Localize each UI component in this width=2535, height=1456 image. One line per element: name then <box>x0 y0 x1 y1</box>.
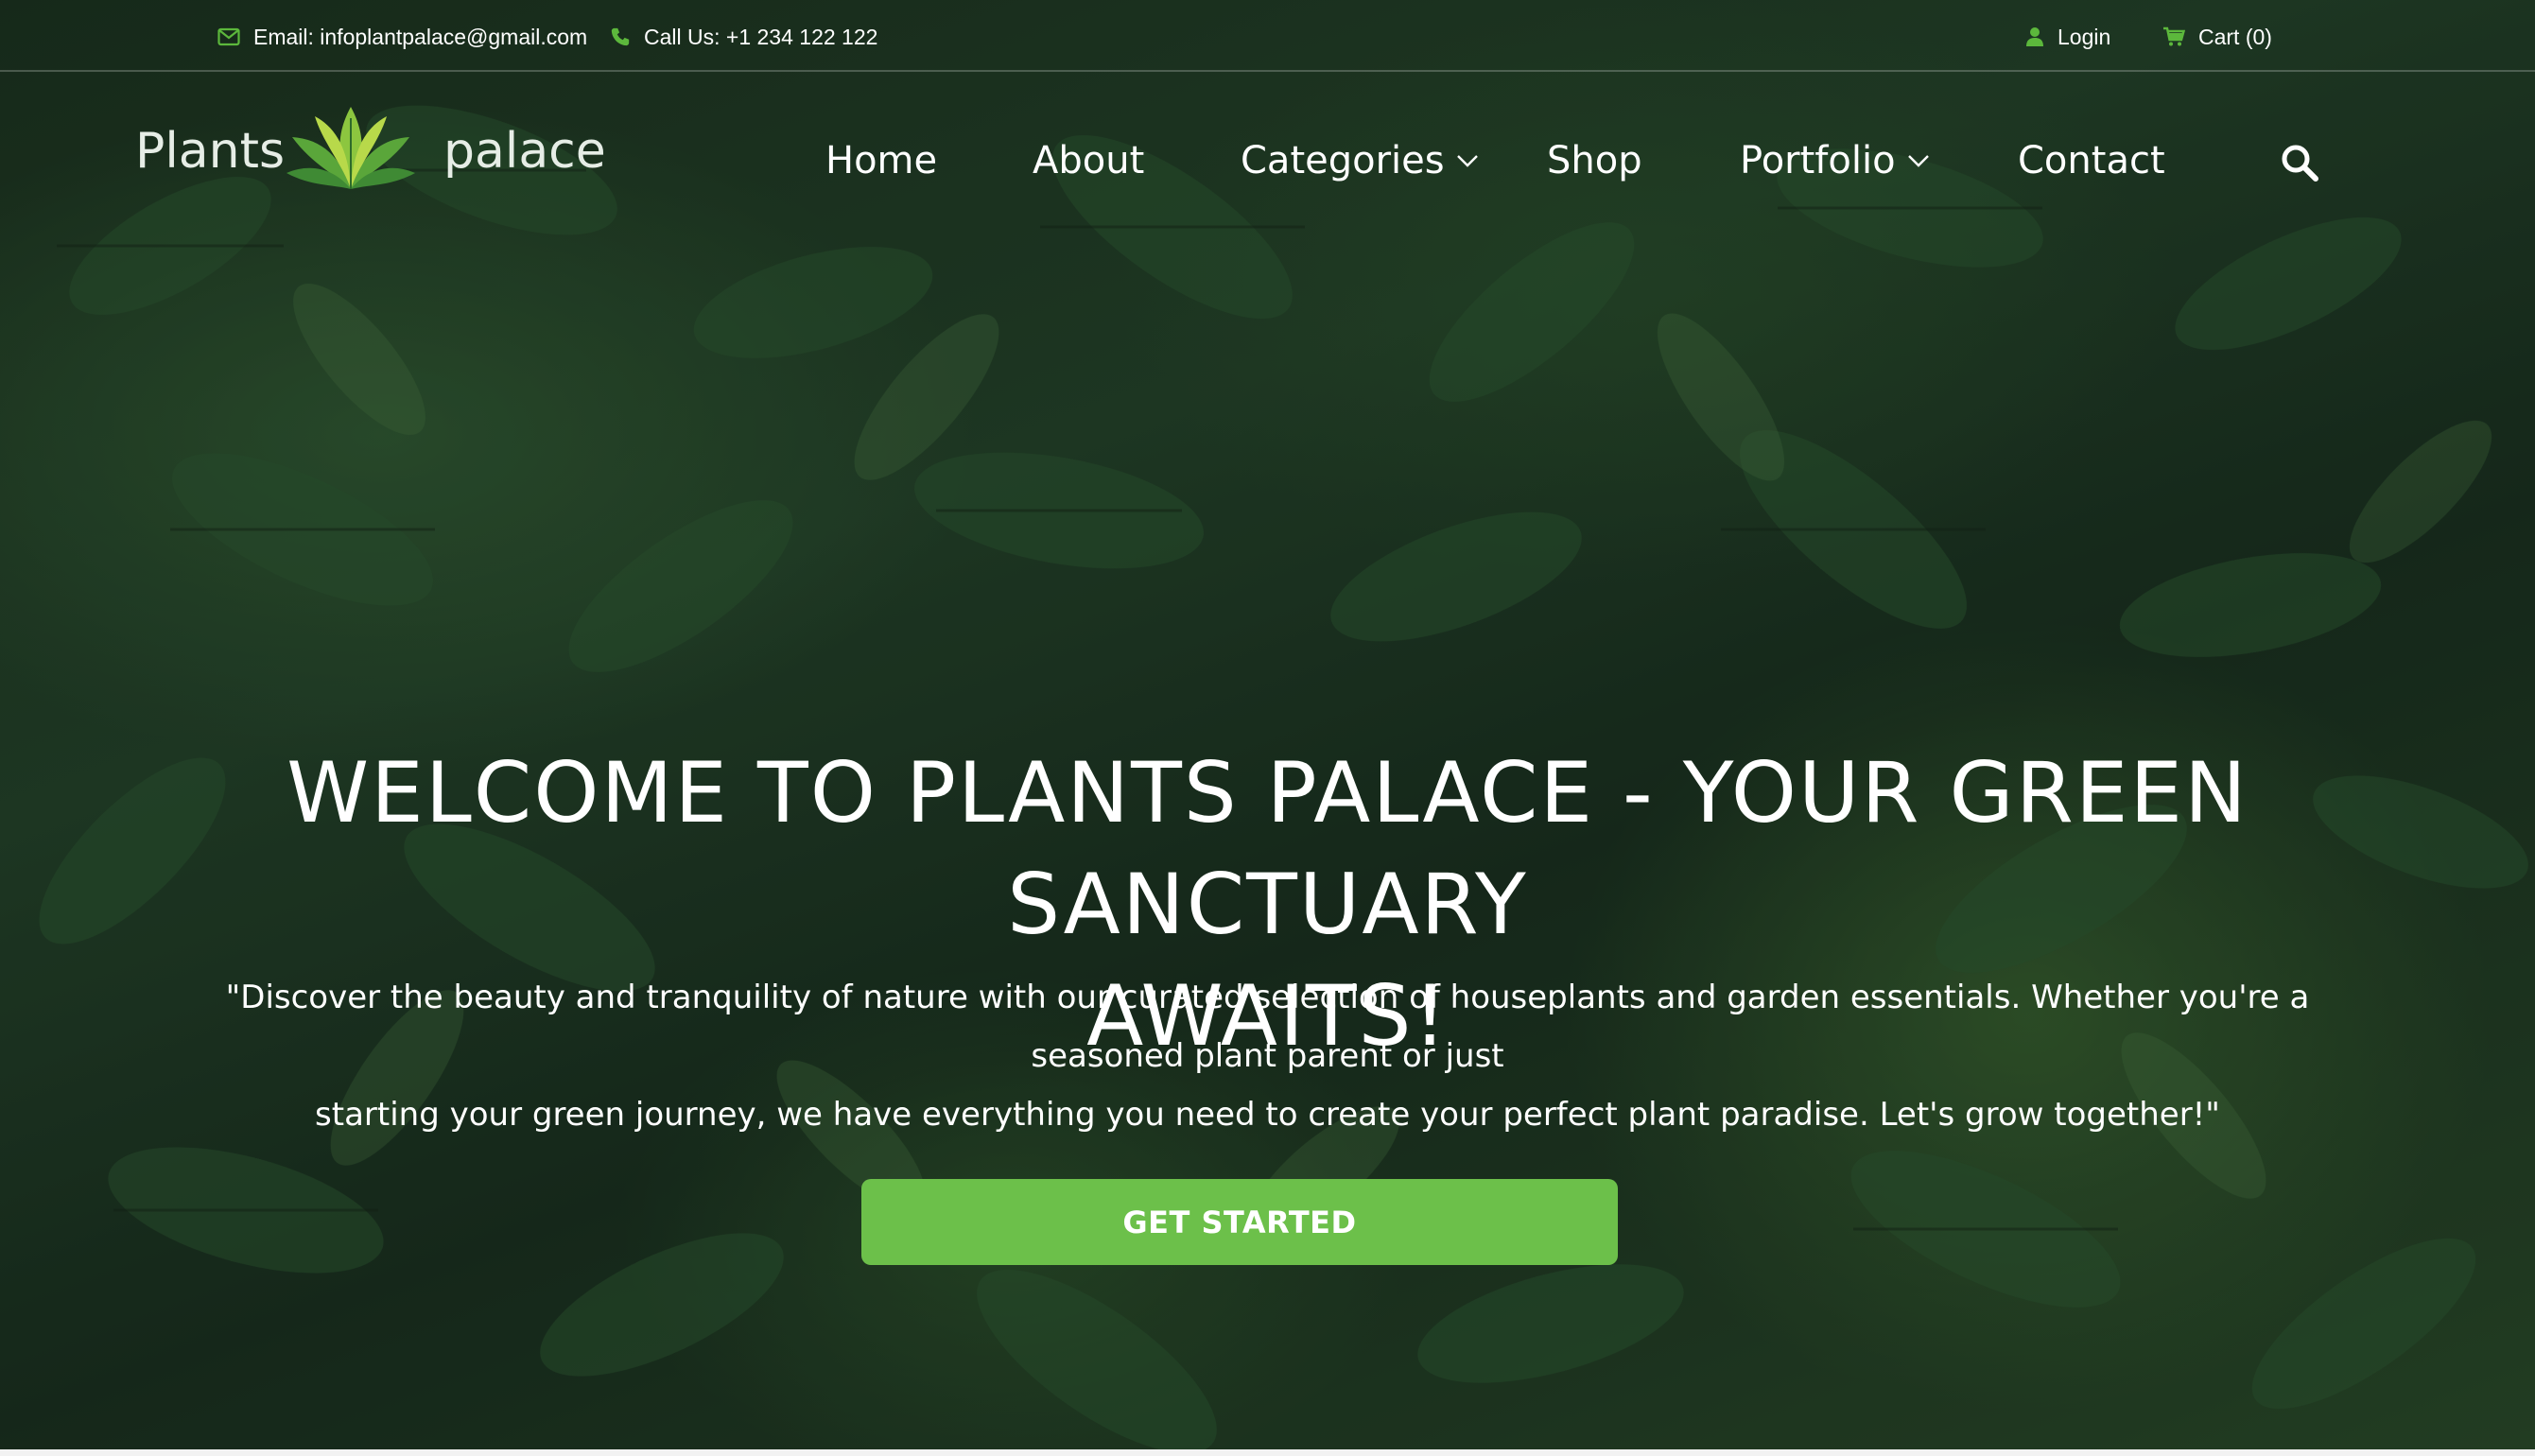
hero-title-line1: WELCOME TO PLANTS PALACE - YOUR GREEN SA… <box>286 744 2249 953</box>
chevron-down-icon <box>1907 155 1929 167</box>
hero-subtitle-line1: "Discover the beauty and tranquility of … <box>225 979 2310 1075</box>
hero-subtitle: "Discover the beauty and tranquility of … <box>217 968 2318 1144</box>
phone-icon <box>611 27 630 46</box>
hero-subtitle-line2: starting your green journey, we have eve… <box>315 1096 2220 1134</box>
site-logo[interactable]: Plants palace <box>135 95 606 199</box>
phone-contact[interactable]: Call Us: +1 234 122 122 <box>610 21 877 53</box>
nav-portfolio-label: Portfolio <box>1740 139 1896 182</box>
logo-word-plants: Plants <box>135 123 286 180</box>
nav-categories[interactable]: Categories <box>1241 134 1479 187</box>
envelope-icon <box>217 27 240 46</box>
page-bottom-edge <box>0 1449 2535 1456</box>
cart-icon <box>2163 26 2185 46</box>
nav-shop[interactable]: Shop <box>1547 134 1642 187</box>
logo-word-palace: palace <box>443 123 606 180</box>
login-text: Login <box>2058 24 2111 49</box>
nav-home[interactable]: Home <box>825 134 937 187</box>
nav-contact[interactable]: Contact <box>2018 134 2165 187</box>
get-started-button[interactable]: GET STARTED <box>861 1179 1618 1265</box>
email-text: Email: infoplantpalace@gmail.com <box>253 24 588 49</box>
cart-link[interactable]: Cart (0) <box>2162 21 2272 53</box>
nav-categories-label: Categories <box>1241 139 1445 182</box>
nav-portfolio[interactable]: Portfolio <box>1740 134 1930 187</box>
cart-text: Cart (0) <box>2198 24 2272 49</box>
login-link[interactable]: Login <box>2025 21 2110 53</box>
nav-about[interactable]: About <box>1033 134 1144 187</box>
phone-text: Call Us: +1 234 122 122 <box>644 24 878 49</box>
user-icon <box>2026 27 2043 46</box>
email-contact[interactable]: Email: infoplantpalace@gmail.com <box>217 21 587 53</box>
chevron-down-icon <box>1456 155 1478 167</box>
top-contact-bar: Email: infoplantpalace@gmail.com Call Us… <box>0 0 2535 72</box>
search-button[interactable] <box>2279 142 2320 183</box>
search-icon <box>2282 145 2318 182</box>
leaf-logo-icon <box>286 107 415 189</box>
